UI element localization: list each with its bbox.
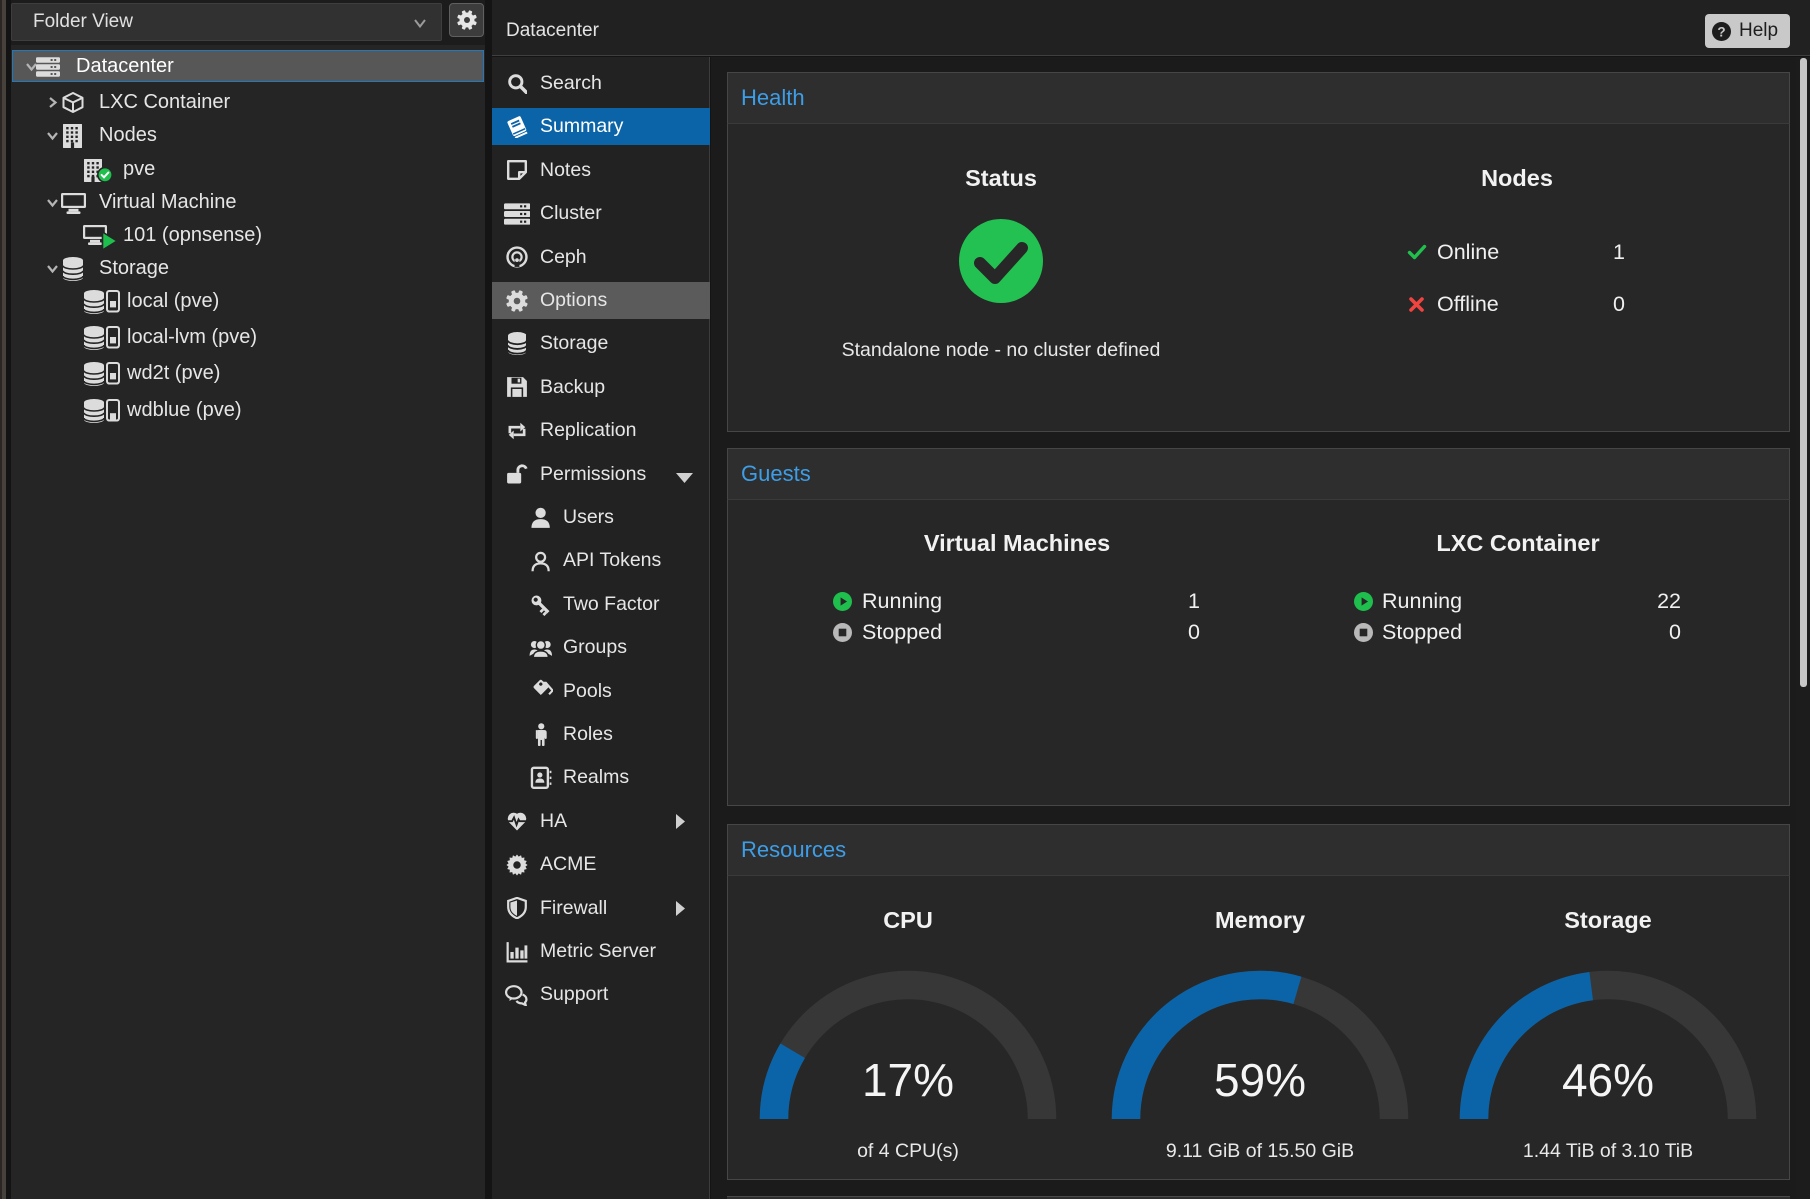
svg-text:?: ? [1717, 24, 1725, 39]
